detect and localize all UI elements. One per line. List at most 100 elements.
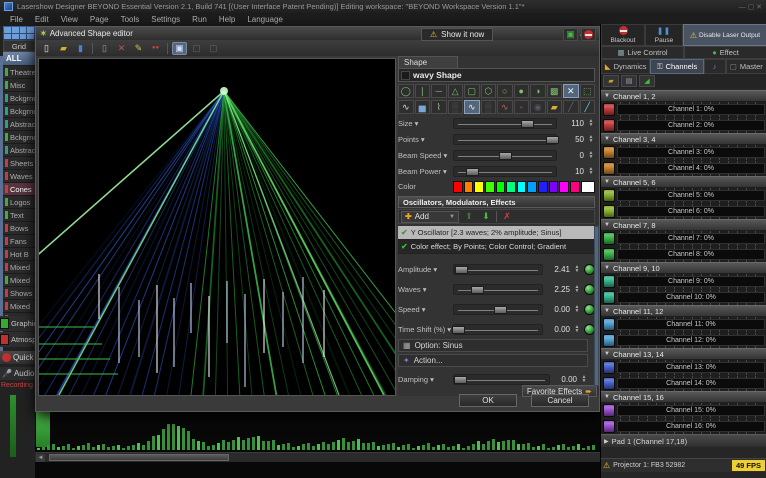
sidebar-category-hot b[interactable]: Hot B [3,248,35,261]
tab-live-control[interactable]: ▦Live Control [601,46,684,59]
channel-group-header[interactable]: ▼Channel 15, 16 [601,391,766,402]
fader-knob[interactable] [603,318,615,331]
shape-icon-folder-shape[interactable]: ▰ [547,100,563,114]
action-button[interactable]: ✦ Action... [398,354,588,367]
spinner-control[interactable]: ▲▼ [587,167,595,175]
slider-track-beam-power[interactable] [453,166,557,177]
channel-fader[interactable]: Channel 7: 0% [617,233,765,244]
sidebar-category-abstract[interactable]: Abstract [3,144,35,157]
palette-swatch-11[interactable] [570,181,580,193]
delete-button[interactable]: ▯ [97,42,112,55]
tab-all-categories[interactable]: ALL [3,52,35,65]
tab-dynamics[interactable]: ◣Dynamics [601,59,650,74]
shape-icon-red-ring[interactable]: ◦ [514,100,530,114]
fader-knob[interactable] [603,334,615,347]
shape-icon-half-circle[interactable]: ◑ [530,84,546,98]
fader-knob[interactable] [603,420,615,433]
channel-fader[interactable]: Channel 8: 0% [617,249,765,260]
sidebar-category-cones[interactable]: Cones [3,183,35,196]
tools-button[interactable]: ✕ [114,42,129,55]
shape-icon-wave-selected[interactable]: ∿ [464,100,480,114]
scroll-left-arrow[interactable]: ◄ [36,454,45,462]
pause-button[interactable]: ❚❚ Pause [645,24,683,46]
quick-button[interactable]: Quick [0,351,35,364]
palette-swatch-12[interactable] [581,181,595,193]
sidebar-category-bckgrnd[interactable]: Bckgrnd [3,92,35,105]
fader-knob[interactable] [603,189,615,202]
slider-track-damping[interactable] [453,374,550,385]
sidebar-category-logos[interactable]: Logos [3,196,35,209]
palette-swatch-2[interactable] [474,181,484,193]
blackout-button[interactable]: Blackout [601,24,645,46]
slider-thumb[interactable] [499,152,512,160]
channel-fader[interactable]: Channel 1: 0% [617,104,765,115]
palette-swatch-8[interactable] [538,181,548,193]
channel-fader[interactable]: Channel 11: 0% [617,319,765,330]
sidebar-category-bckgrnd[interactable]: Bckgrnd [3,105,35,118]
tab-master[interactable]: ▢Master [726,59,766,74]
channel-group-header[interactable]: ▼Channel 7, 8 [601,219,766,230]
spinner-control[interactable]: ▲▼ [587,151,595,159]
shape-icon-flat-gray[interactable]: ▒ [448,100,464,114]
channel-fader[interactable]: Channel 9: 0% [617,276,765,287]
slider-thumb[interactable] [452,326,465,334]
pad-group-header[interactable]: ▶Pad 1 (Channel 17,18) [601,434,766,447]
menu-help[interactable]: Help [213,15,241,24]
move-up-button[interactable]: ⬆ [462,211,476,222]
sidebar-category-theatre[interactable]: Theatre [3,66,35,79]
slider-track-size[interactable] [453,118,557,129]
sidebar-category-bckgrnd[interactable]: Bckgrnd [3,131,35,144]
add-effect-button[interactable]: ✚ Add ▼ [401,211,459,223]
channel-fader[interactable]: Channel 4: 0% [617,163,765,174]
effect-list-item[interactable]: ✔Y Oscillator [2.3 waves; 2% amplitude; … [398,226,595,240]
menu-edit[interactable]: Edit [29,15,55,24]
enable-output-button[interactable]: ▣ [563,28,578,41]
new-document-button[interactable]: ▯ [39,42,54,55]
palette-swatch-9[interactable] [549,181,559,193]
channel-group-header[interactable]: ▼Channel 3, 4 [601,133,766,144]
tab-shape[interactable]: Shape [398,56,458,68]
fader-knob[interactable] [603,146,615,159]
shape-icon-polygon[interactable]: ⬡ [481,84,497,98]
cancel-button[interactable]: Cancel [531,394,589,407]
move-down-button[interactable]: ⬇ [479,211,493,222]
slider-track-time-shift-[interactable] [453,324,543,335]
shape-icon-diag-gray[interactable]: ╱ [563,100,579,114]
slider-track-points[interactable] [453,134,557,145]
numeric-display-button[interactable]: ▤ [621,75,637,87]
spinner-control[interactable]: ▲▼ [573,325,581,333]
shape-icon-red-wave[interactable]: ∿ [497,100,513,114]
slider-track-speed[interactable] [453,304,543,315]
sidebar-category-waves[interactable]: Waves [3,170,35,183]
palette-swatch-0[interactable] [453,181,463,193]
option-sinus-button[interactable]: ▦ Option: Sinus [398,339,588,352]
shape-icon-diag-line[interactable]: ╱ [580,100,596,114]
channel-fader[interactable]: Channel 6: 0% [617,206,765,217]
channel-group-header[interactable]: ▼Channel 5, 6 [601,176,766,187]
projection-zone-button[interactable]: ▣ [172,42,187,55]
zone-c-button[interactable]: ▢ [206,42,221,55]
tab-channels[interactable]: ⚿Channels [650,59,703,74]
show-it-now-button[interactable]: ⚠ Show it now [421,28,493,41]
tab-effect[interactable]: ●Effect [684,46,766,59]
shape-icon-wave[interactable]: ∿ [398,100,414,114]
sidebar-category-text[interactable]: Text [3,209,35,222]
channel-fader[interactable]: Channel 5: 0% [617,190,765,201]
sidebar-category-abstract[interactable]: Abstract [3,118,35,131]
menu-view[interactable]: View [55,15,84,24]
palette-swatch-5[interactable] [506,181,516,193]
palette-swatch-7[interactable] [527,181,537,193]
shape-icon-sphere[interactable]: ◉ [530,100,546,114]
audio-button[interactable]: 🎤Audio [0,367,35,380]
channel-fader[interactable]: Channel 10: 0% [617,292,765,303]
sidebar-category-shows[interactable]: Shows [3,287,35,300]
dialog-titlebar[interactable]: ✶ Advanced Shape editor ▴ ▴ [36,27,599,40]
fader-knob[interactable] [603,361,615,374]
slider-track-waves[interactable] [453,284,543,295]
fader-knob[interactable] [603,404,615,417]
shape-icon-x-shape[interactable]: ✕ [563,84,579,98]
menu-tools[interactable]: Tools [115,15,146,24]
channel-fader[interactable]: Channel 13: 0% [617,362,765,373]
fader-knob[interactable] [603,162,615,175]
fader-knob[interactable] [603,205,615,218]
